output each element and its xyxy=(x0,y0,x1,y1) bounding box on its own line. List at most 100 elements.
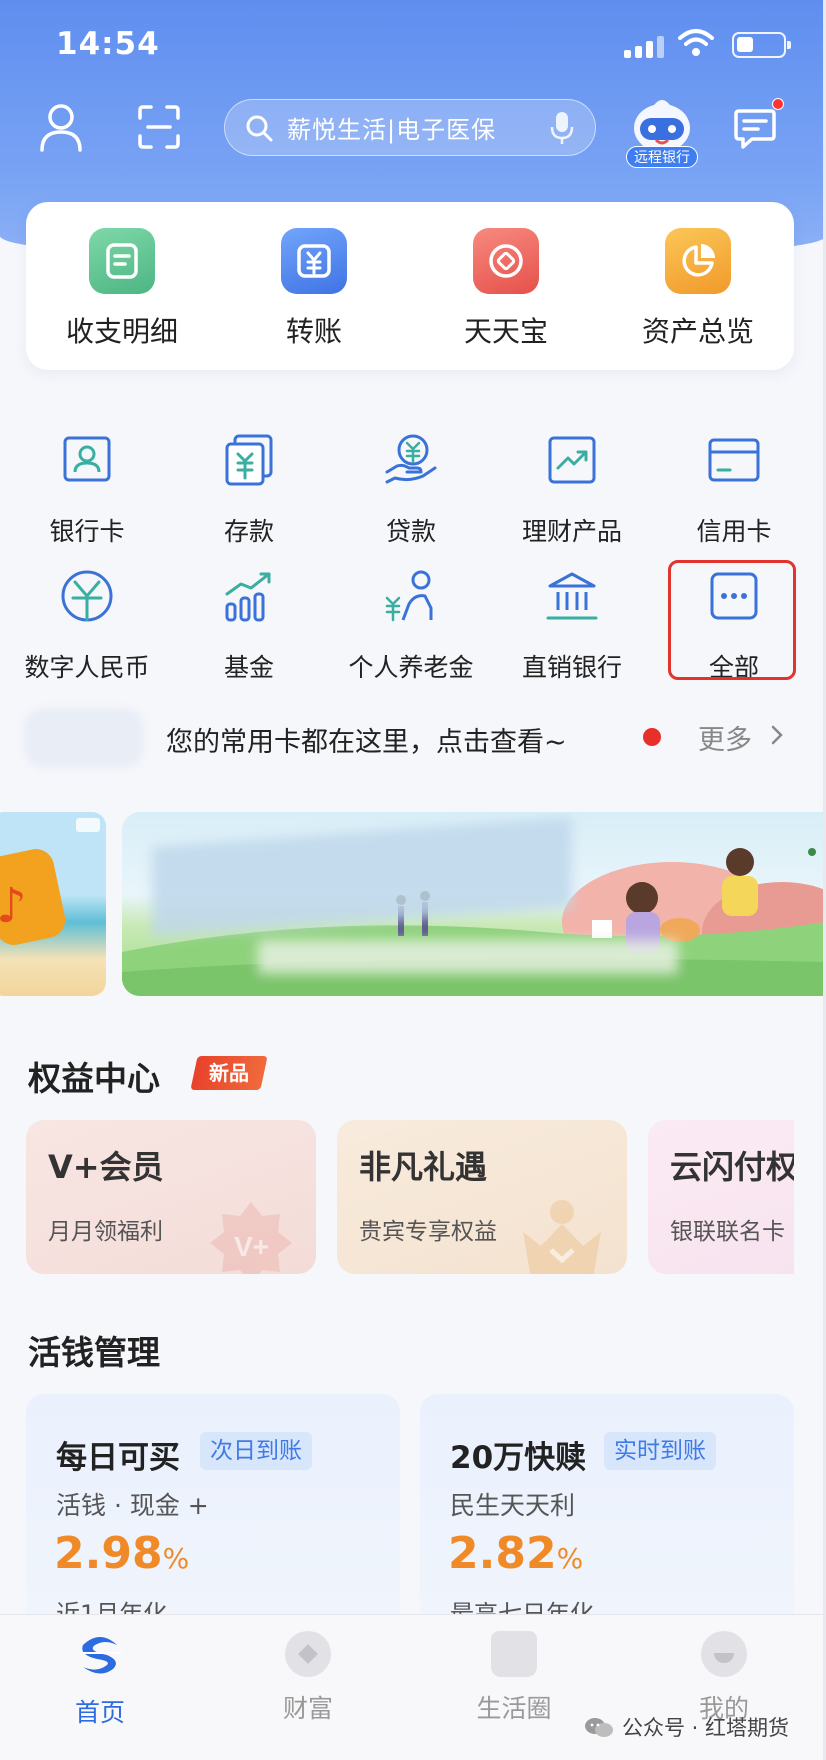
rate-value: 2.82 xyxy=(448,1528,557,1579)
wifi-icon xyxy=(678,29,714,56)
quick-action-statement[interactable]: 收支明细 xyxy=(26,202,218,370)
wealth-product-icon xyxy=(548,436,596,484)
service-label: 信用卡 xyxy=(696,517,772,546)
user-icon xyxy=(701,1631,747,1677)
unread-dot xyxy=(772,98,784,110)
benefit-card-subtitle: 月月领福利 xyxy=(48,1219,163,1245)
tab-wealth[interactable]: 财富 xyxy=(238,1631,378,1725)
digital-rmb-icon xyxy=(61,570,113,622)
quick-action-transfer[interactable]: 转账 xyxy=(218,202,410,370)
banner-graphic-text: ♪ xyxy=(0,878,27,934)
rate-unit: % xyxy=(556,1542,584,1575)
tab-home[interactable]: 首页 xyxy=(30,1631,170,1729)
remote-bank-mascot[interactable]: 远程银行 xyxy=(626,94,698,168)
benefit-card-title: 非凡礼遇 xyxy=(359,1148,488,1186)
notice-red-dot xyxy=(643,728,661,746)
bank-card-icon xyxy=(63,436,111,482)
message-icon xyxy=(734,109,776,149)
signal-icon xyxy=(624,36,666,58)
pie-chart-icon xyxy=(665,228,731,294)
ad-tag xyxy=(76,818,100,832)
receipt-icon xyxy=(89,228,155,294)
benefit-card-subtitle: 银联联名卡 xyxy=(670,1219,785,1245)
shopping-bag-icon xyxy=(491,1631,537,1677)
service-deposit[interactable]: 存款 xyxy=(168,432,330,548)
service-label: 存款 xyxy=(223,517,274,546)
direct-bank-icon xyxy=(546,572,598,620)
service-bank-card[interactable]: 银行卡 xyxy=(6,432,168,548)
notice-more-link[interactable]: 更多 xyxy=(698,718,752,757)
service-pension[interactable]: 个人养老金 xyxy=(330,568,492,684)
wealth-icon xyxy=(285,1631,331,1677)
quick-action-assets[interactable]: 资产总览 xyxy=(602,202,794,370)
search-input[interactable]: 薪悦生活|电子医保 xyxy=(224,99,596,156)
service-label: 理财产品 xyxy=(521,517,622,546)
mascot-icon xyxy=(634,100,690,152)
tab-label: 首页 xyxy=(74,1698,125,1727)
microphone-icon[interactable] xyxy=(549,110,575,146)
chevron-right-icon xyxy=(771,725,783,745)
quick-action-label: 转账 xyxy=(285,315,342,348)
tab-label: 生活圈 xyxy=(476,1694,552,1723)
cash-card-subtitle: 民生天天利 xyxy=(450,1491,576,1520)
cash-title: 活钱管理 xyxy=(28,1333,160,1372)
rate-value: 2.98 xyxy=(54,1528,163,1579)
service-label: 个人养老金 xyxy=(348,653,474,682)
service-loan[interactable]: 贷款 xyxy=(330,432,492,548)
cash-card-rate: 2.82% xyxy=(448,1528,583,1579)
quick-action-label: 资产总览 xyxy=(641,315,754,348)
new-badge: 新品 xyxy=(190,1056,268,1090)
search-placeholder: 薪悦生活|电子医保 xyxy=(287,116,497,144)
benefit-card-subtitle: 贵宾专享权益 xyxy=(359,1219,497,1245)
quick-action-tiantianbao[interactable]: 天天宝 xyxy=(410,202,602,370)
scan-icon[interactable] xyxy=(136,102,182,152)
benefit-card-unionpay[interactable]: 云闪付权 银联联名卡 xyxy=(648,1120,794,1274)
banner-prev[interactable]: ♪ xyxy=(0,812,106,996)
quick-action-label: 天天宝 xyxy=(463,315,548,348)
status-time: 14:54 xyxy=(56,26,160,62)
benefit-card-vplus[interactable]: V+会员 月月领福利 V+ xyxy=(26,1120,316,1274)
service-direct-bank[interactable]: 直销银行 xyxy=(491,568,653,684)
vplus-badge-icon: V+ xyxy=(210,1202,292,1274)
loan-icon xyxy=(385,434,437,484)
blurred-subline xyxy=(258,940,678,974)
service-label: 基金 xyxy=(223,653,274,682)
service-label: 贷款 xyxy=(385,517,436,546)
benefit-card-title: V+会员 xyxy=(48,1148,164,1186)
service-wealth-product[interactable]: 理财产品 xyxy=(491,432,653,548)
fund-icon xyxy=(225,572,271,622)
treasure-icon xyxy=(473,228,539,294)
tab-mine[interactable]: 我的 xyxy=(654,1631,794,1725)
status-bar: 14:54 xyxy=(56,26,791,66)
benefit-card-vip[interactable]: 非凡礼遇 贵宾专享权益 xyxy=(337,1120,627,1274)
cash-card-rate: 2.98% xyxy=(54,1528,189,1579)
service-digital-rmb[interactable]: 数字人民币 xyxy=(6,568,168,684)
pension-icon xyxy=(385,570,433,622)
cash-card-tag: 实时到账 xyxy=(604,1432,716,1470)
blurred-card-image xyxy=(24,708,144,768)
rate-unit: % xyxy=(162,1542,190,1575)
card-notice-bar[interactable]: 您的常用卡都在这里，点击查看~ 更多 xyxy=(0,700,826,776)
cash-card-title: 20万快赎 xyxy=(450,1440,587,1476)
tab-life[interactable]: 生活圈 xyxy=(444,1631,584,1725)
search-icon xyxy=(246,115,273,141)
battery-icon xyxy=(732,32,791,58)
credit-card-icon xyxy=(708,438,760,482)
wechat-icon xyxy=(585,1718,613,1737)
promo-banner[interactable] xyxy=(122,812,826,996)
cash-card-tag: 次日到账 xyxy=(200,1432,312,1470)
profile-icon[interactable] xyxy=(38,102,84,152)
new-badge-label: 新品 xyxy=(209,1061,249,1085)
quick-actions-card: 收支明细 转账 天天宝 资产总览 xyxy=(26,202,794,370)
service-label: 直销银行 xyxy=(521,653,622,682)
quick-action-label: 收支明细 xyxy=(65,315,178,348)
watermark-text: 公众号 · 红塔期货 xyxy=(622,1716,790,1740)
benefit-card-title: 云闪付权 xyxy=(670,1148,794,1186)
service-credit-card[interactable]: 信用卡 xyxy=(653,432,815,548)
message-button[interactable] xyxy=(732,98,784,150)
watermark: 公众号 · 红塔期货 xyxy=(584,1712,789,1742)
tab-label: 财富 xyxy=(282,1694,333,1723)
service-label: 银行卡 xyxy=(49,517,125,546)
notice-text: 您的常用卡都在这里，点击查看~ xyxy=(166,727,567,758)
service-fund[interactable]: 基金 xyxy=(168,568,330,684)
